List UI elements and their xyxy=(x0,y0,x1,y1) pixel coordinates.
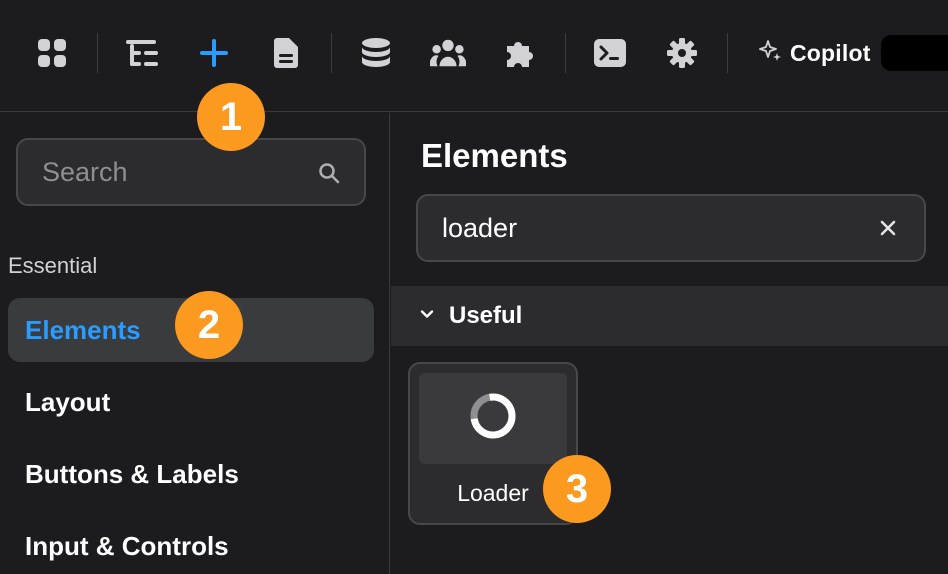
nav-item-label: Layout xyxy=(25,386,111,417)
database-icon[interactable] xyxy=(358,35,394,71)
toolbar-separator xyxy=(331,33,332,73)
toolbar-separator xyxy=(727,33,728,73)
filter-input[interactable] xyxy=(442,196,862,260)
chevron-down-icon xyxy=(419,306,435,327)
top-toolbar: Copilot xyxy=(0,0,948,112)
toolbar-separator xyxy=(97,33,98,73)
buttons-labels-nav-item[interactable]: Buttons & Labels xyxy=(8,442,374,506)
search-box xyxy=(16,138,366,206)
terminal-icon[interactable] xyxy=(592,35,628,71)
step-badge-2: 2 xyxy=(175,291,243,359)
settings-gear-icon[interactable] xyxy=(664,35,700,71)
clear-icon[interactable] xyxy=(876,216,900,240)
card-preview xyxy=(419,373,567,464)
panel-title: Elements xyxy=(421,137,568,174)
group-header-label: Useful xyxy=(449,302,523,329)
sparkle-icon xyxy=(758,39,782,68)
copilot-label: Copilot xyxy=(790,39,871,66)
users-icon[interactable] xyxy=(430,35,466,71)
section-label-essential: Essential xyxy=(8,253,98,278)
layout-nav-item[interactable]: Layout xyxy=(8,370,374,434)
copilot-button[interactable]: Copilot xyxy=(758,34,871,72)
toolbar-separator xyxy=(565,33,566,73)
search-icon xyxy=(318,162,340,184)
plugins-icon[interactable] xyxy=(502,35,538,71)
input-controls-nav-item[interactable]: Input & Controls xyxy=(8,514,374,574)
step-badge-1: 1 xyxy=(197,83,265,151)
add-icon[interactable] xyxy=(196,35,232,71)
page-icon[interactable] xyxy=(268,35,304,71)
step-badge-3: 3 xyxy=(543,455,611,523)
loader-spinner-icon xyxy=(469,392,517,445)
nav-item-label: Input & Controls xyxy=(25,530,229,561)
nav-item-label: Buttons & Labels xyxy=(25,458,239,489)
group-header-useful[interactable]: Useful xyxy=(391,286,948,346)
copilot-status-pill xyxy=(881,35,948,71)
outline-icon[interactable] xyxy=(124,35,160,71)
right-panel: Elements Useful Loader xyxy=(391,113,948,574)
search-input[interactable] xyxy=(42,140,312,204)
nav-item-label: Elements xyxy=(25,314,141,345)
apps-grid-icon[interactable] xyxy=(34,35,70,71)
filter-box xyxy=(416,194,926,262)
